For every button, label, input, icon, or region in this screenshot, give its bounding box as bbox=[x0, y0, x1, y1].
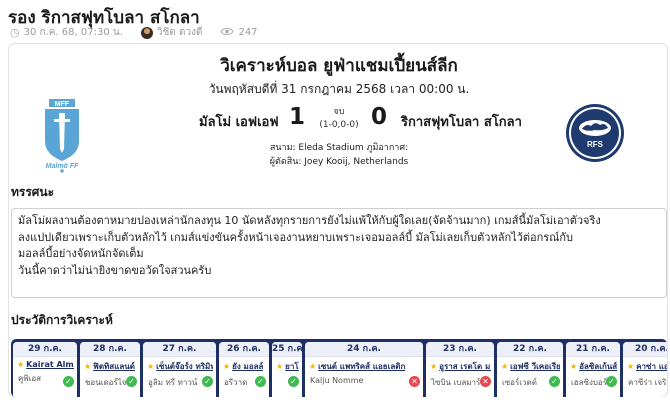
history-team-1[interactable]: คาซ่า แอนท์ เลอร์ส bbox=[636, 360, 667, 373]
opinion-heading: ทรรศนะ bbox=[11, 185, 55, 199]
publish-date: ◷ 30 ก.ค. 68, 07:30 น. bbox=[10, 25, 123, 40]
history-date: 21 ก.ค. bbox=[566, 342, 620, 357]
result-lose-icon: ✕ bbox=[409, 376, 420, 387]
star-icon: ★ bbox=[17, 360, 25, 369]
star-icon: ★ bbox=[276, 362, 284, 371]
history-card[interactable]: 26 ก.ค. ★ ยัง มอลล์ อรีวาด ✓ bbox=[219, 342, 269, 397]
history-date: 24 ก.ค. bbox=[305, 342, 423, 357]
history-card[interactable]: 22 ก.ค. ★เอฟซี วีเคอเรีย พิลเซ่น เซอร์เว… bbox=[497, 342, 563, 397]
history-card[interactable]: 21 ก.ค. ★อัลซิลเก้นส์ บิเค เฮลซิงบอร์ก ✓ bbox=[566, 342, 620, 397]
opinion-text: มัลโม่ผลงานต้องตาหมายปองเหล่านักลงทุน 10… bbox=[11, 208, 667, 298]
clock-icon: ◷ bbox=[10, 26, 20, 39]
result-lose-icon: ✕ bbox=[480, 376, 491, 387]
opinion-line: วันนี้คาดว่าไม่น่ายิงขาดขอวัดใจสวนครับ bbox=[18, 263, 212, 277]
history-team-2: คาซีร่า เจริกอร์ bbox=[628, 378, 667, 387]
venue-info: สนาม: Eleda Stadium ภูมิอากาศ: bbox=[269, 143, 409, 153]
referee-info: ผู้ตัดสิน: Joey Kooij, Netherlands bbox=[269, 157, 409, 167]
history-team-1[interactable]: อูราส เรดโด มอนส์ bbox=[439, 360, 491, 373]
history-card[interactable]: 20 ก.ค. ★คาซ่า แอนท์ เลอร์ส คาซีร่า เจริ… bbox=[623, 342, 667, 397]
match-date: วันพฤหัสบดีที่ 31 กรกฎาคม 2568 เวลา 00:0… bbox=[208, 82, 470, 96]
result-win-icon: ✓ bbox=[606, 376, 617, 387]
history-date: 28 ก.ค. bbox=[80, 342, 140, 357]
history-heading: ประวัติการวิเคราะห์ bbox=[11, 313, 113, 327]
history-date: 22 ก.ค. bbox=[497, 342, 563, 357]
opinion-line: ลงแปปเดียวเพราะเก็บตัวหลักไว้ เกมส์แข่งข… bbox=[18, 230, 573, 244]
star-icon: ★ bbox=[430, 362, 438, 371]
home-score: 1 bbox=[289, 104, 306, 130]
eye-icon bbox=[220, 26, 235, 39]
history-team-1[interactable]: Kairat Almaty bbox=[26, 360, 74, 369]
avatar bbox=[140, 26, 153, 39]
history-strip[interactable]: 29 ก.ค. ★Kairat Almaty คูพิเอส ✓ 28 ก.ค.… bbox=[11, 339, 667, 397]
result-win-icon: ✓ bbox=[549, 376, 560, 387]
history-team-1[interactable]: เซ็นต์จ๊อร์ง ทริมิท bbox=[156, 360, 213, 373]
history-team-1[interactable]: อัลซิลเก้นส์ บิเค bbox=[579, 360, 617, 373]
home-logo-text: MFF bbox=[55, 101, 70, 108]
star-icon: ★ bbox=[309, 362, 317, 371]
result-win-icon: ✓ bbox=[288, 376, 299, 387]
analysis-card: วิเคราะห์บอล ยูฟ่าแชมเปี้ยนส์ลีก วันพฤหั… bbox=[8, 43, 668, 397]
history-team-1[interactable]: เซนต์ แพทริคส์ แอธเลติก bbox=[318, 360, 405, 373]
history-date: 25 ก.ค. bbox=[272, 342, 302, 357]
star-icon: ★ bbox=[223, 362, 231, 371]
star-icon: ★ bbox=[570, 362, 578, 371]
result-win-icon: ✓ bbox=[126, 376, 137, 387]
history-date: 27 ก.ค. bbox=[143, 342, 216, 357]
home-team-name[interactable]: มัลโม่ เอฟเอฟ bbox=[199, 111, 279, 132]
opinion-line: มอลล์บี้อย่างจัดหนักจัดเต็ม bbox=[18, 247, 144, 260]
history-card[interactable]: 28 ก.ค. ★ ฟิตทิสแลนด์ ชอนเดอร์ไจสกี ✓ bbox=[80, 342, 140, 397]
opinion-line: มัลโม่ผลงานต้องตาหมายปองเหล่านักลงทุน 10… bbox=[18, 214, 601, 227]
author[interactable]: วิชิต ดวงดี bbox=[140, 25, 203, 40]
view-count: 247 bbox=[220, 26, 258, 39]
author-name: วิชิต ดวงดี bbox=[156, 27, 203, 38]
history-team-1[interactable]: ยาโร bbox=[285, 360, 299, 373]
history-date: 26 ก.ค. bbox=[219, 342, 269, 357]
star-icon: ★ bbox=[501, 362, 509, 371]
match-title: วิเคราะห์บอล ยูฟ่าแชมเปี้ยนส์ลีก bbox=[220, 56, 458, 76]
svg-text:✱: ✱ bbox=[59, 168, 64, 173]
publish-date-text: 30 ก.ค. 68, 07:30 น. bbox=[23, 27, 123, 38]
history-card[interactable]: 24 ก.ค. ★ เซนต์ แพทริคส์ แอธเลติก Kalju N… bbox=[305, 342, 423, 397]
star-icon: ★ bbox=[84, 362, 92, 371]
star-icon: ★ bbox=[147, 362, 155, 371]
history-card[interactable]: 23 ก.ค. ★อูราส เรดโด มอนส์ ไซบิน เบลมาร์… bbox=[426, 342, 494, 397]
history-card[interactable]: 29 ก.ค. ★Kairat Almaty คูพิเอส ✓ bbox=[13, 342, 77, 397]
article-meta: ◷ 30 ก.ค. 68, 07:30 น. วิชิต ดวงดี 247 bbox=[10, 25, 276, 40]
away-score: 0 bbox=[371, 104, 388, 130]
history-team-2: Kalju Nomme bbox=[310, 376, 364, 385]
result-win-icon: ✓ bbox=[63, 376, 74, 387]
match-status: จบ bbox=[333, 107, 345, 117]
history-team-1[interactable]: ฟิตทิสแลนด์ bbox=[93, 360, 135, 373]
view-count-text: 247 bbox=[238, 27, 258, 38]
away-team-name[interactable]: ริกาสฟุทโบลา สโกลา bbox=[401, 111, 522, 132]
star-icon: ★ bbox=[627, 362, 635, 371]
result-win-icon: ✓ bbox=[255, 376, 266, 387]
history-date: 29 ก.ค. bbox=[13, 342, 77, 357]
history-card[interactable]: 25 ก.ค. ★ยาโร ✓ bbox=[272, 342, 302, 397]
history-team-1[interactable]: ยัง มอลล์ bbox=[232, 360, 263, 373]
history-date: 20 ก.ค. bbox=[623, 342, 667, 357]
half-time-score: (1-0,0-0) bbox=[319, 120, 359, 130]
history-card[interactable]: 27 ก.ค. ★ เซ็นต์จ๊อร์ง ทริมิท อูลิม ทรี ท… bbox=[143, 342, 216, 397]
history-date: 23 ก.ค. bbox=[426, 342, 494, 357]
result-win-icon: ✓ bbox=[202, 376, 213, 387]
history-team-1[interactable]: เอฟซี วีเคอเรีย พิลเซ่น bbox=[510, 360, 560, 373]
